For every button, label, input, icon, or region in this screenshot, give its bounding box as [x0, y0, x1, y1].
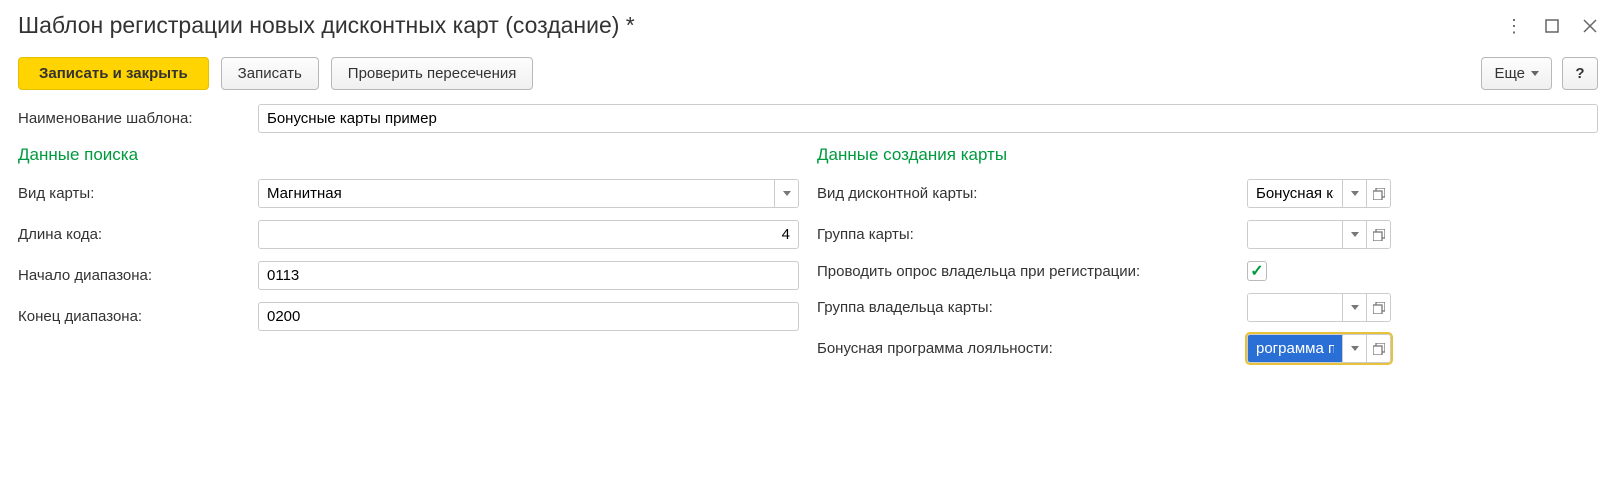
- chevron-down-icon: [1531, 71, 1539, 76]
- create-section-title: Данные создания карты: [817, 145, 1598, 165]
- chevron-down-icon: [1351, 346, 1359, 351]
- maximize-icon[interactable]: [1544, 18, 1560, 34]
- loyalty-dropdown-button[interactable]: [1342, 335, 1366, 362]
- owner-group-select[interactable]: [1247, 293, 1391, 322]
- chevron-down-icon: [1351, 305, 1359, 310]
- more-label: Еще: [1494, 65, 1525, 82]
- owner-group-open-button[interactable]: [1366, 294, 1390, 321]
- save-button[interactable]: Записать: [221, 57, 319, 90]
- card-group-label: Группа карты:: [817, 226, 1247, 243]
- survey-label: Проводить опрос владельца при регистраци…: [817, 263, 1247, 280]
- owner-group-dropdown-button[interactable]: [1342, 294, 1366, 321]
- save-and-close-button[interactable]: Записать и закрыть: [18, 57, 209, 90]
- card-group-select[interactable]: [1247, 220, 1391, 249]
- check-intersections-button[interactable]: Проверить пересечения: [331, 57, 534, 90]
- card-group-dropdown-button[interactable]: [1342, 221, 1366, 248]
- discount-type-dropdown-button[interactable]: [1342, 180, 1366, 207]
- card-type-label: Вид карты:: [18, 185, 258, 202]
- code-length-label: Длина кода:: [18, 226, 258, 243]
- discount-type-label: Вид дисконтной карты:: [817, 185, 1247, 202]
- card-type-select[interactable]: [258, 179, 799, 208]
- loyalty-label: Бонусная программа лояльности:: [817, 340, 1247, 357]
- discount-type-input[interactable]: [1248, 180, 1342, 207]
- owner-group-input[interactable]: [1248, 294, 1342, 321]
- help-button[interactable]: ?: [1562, 57, 1598, 90]
- chevron-down-icon: [1351, 191, 1359, 196]
- loyalty-input[interactable]: [1248, 335, 1342, 362]
- code-length-input[interactable]: [258, 220, 799, 249]
- survey-checkbox[interactable]: [1247, 261, 1267, 281]
- chevron-down-icon: [1351, 232, 1359, 237]
- range-start-input[interactable]: [258, 261, 799, 290]
- card-group-open-button[interactable]: [1366, 221, 1390, 248]
- kebab-menu-icon[interactable]: ⋮: [1506, 18, 1522, 34]
- discount-type-open-button[interactable]: [1366, 180, 1390, 207]
- chevron-down-icon: [783, 191, 791, 196]
- card-type-dropdown-button[interactable]: [774, 180, 798, 207]
- template-name-input[interactable]: [258, 104, 1598, 133]
- owner-group-label: Группа владельца карты:: [817, 299, 1247, 316]
- template-name-label: Наименование шаблона:: [18, 110, 258, 127]
- discount-type-select[interactable]: [1247, 179, 1391, 208]
- card-type-input[interactable]: [259, 180, 774, 207]
- window-title: Шаблон регистрации новых дисконтных карт…: [18, 12, 635, 39]
- search-section-title: Данные поиска: [18, 145, 799, 165]
- range-start-label: Начало диапазона:: [18, 267, 258, 284]
- loyalty-select[interactable]: [1247, 334, 1391, 363]
- card-group-input[interactable]: [1248, 221, 1342, 248]
- more-button[interactable]: Еще: [1481, 57, 1552, 90]
- range-end-label: Конец диапазона:: [18, 308, 258, 325]
- loyalty-open-button[interactable]: [1366, 335, 1390, 362]
- range-end-input[interactable]: [258, 302, 799, 331]
- close-icon[interactable]: [1582, 18, 1598, 34]
